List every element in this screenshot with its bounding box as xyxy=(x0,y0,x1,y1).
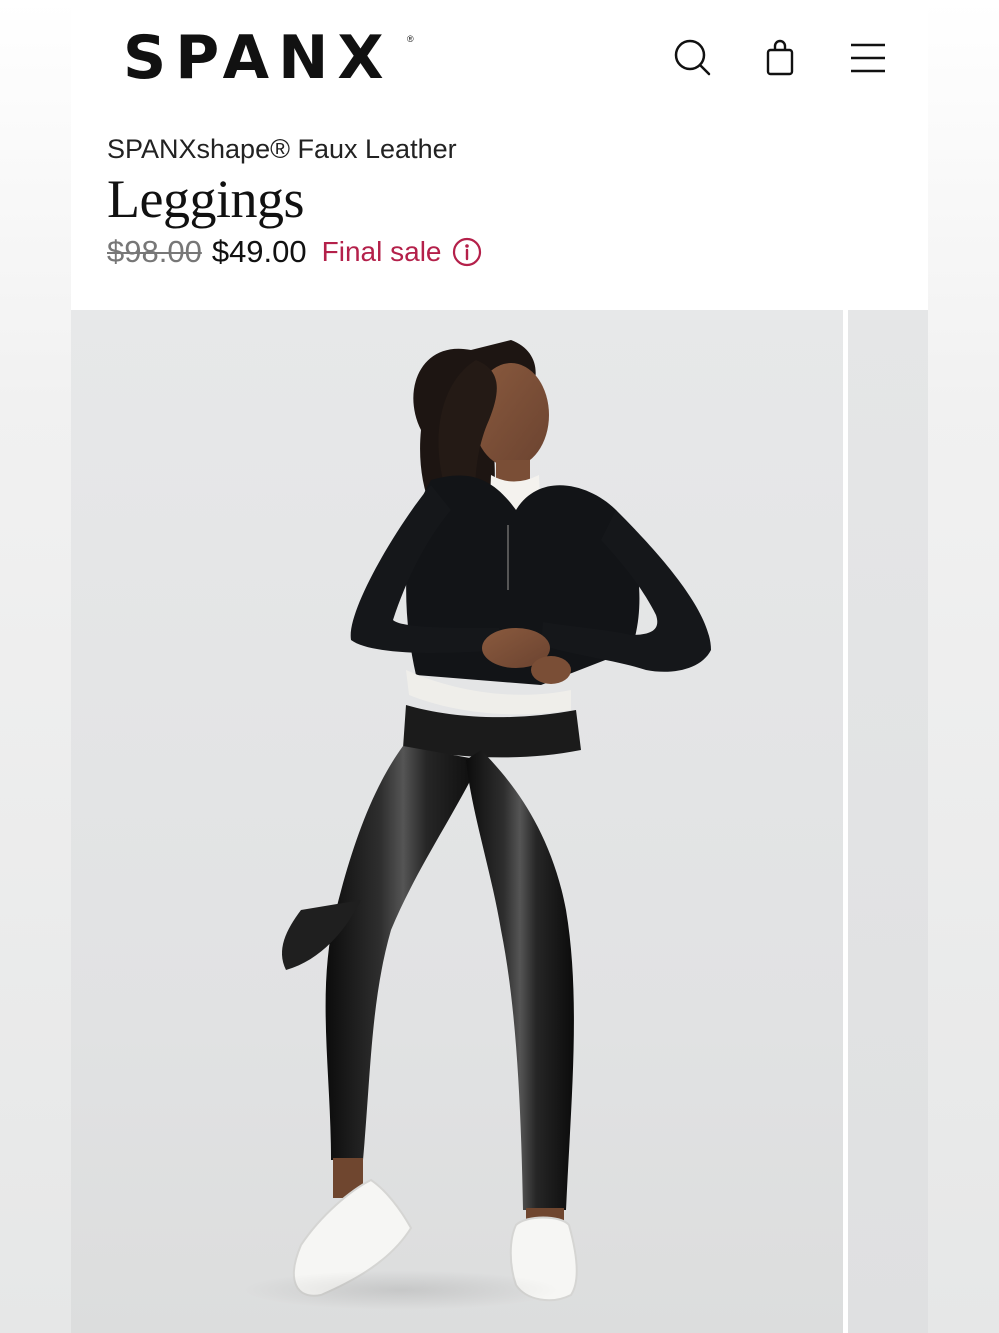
sale-price: $49.00 xyxy=(211,234,307,269)
original-price: $98.00 xyxy=(107,234,202,269)
site-header: SPANX ® xyxy=(71,0,928,120)
product-title: Leggings xyxy=(107,169,304,229)
product-page: SPANX ® SPANXshape® Faux Leather Legging… xyxy=(71,0,928,1333)
product-subtitle: SPANXshape® Faux Leather xyxy=(107,134,457,164)
shopping-bag-icon xyxy=(766,39,794,76)
floor-shadow xyxy=(241,1270,561,1310)
cart-button[interactable] xyxy=(759,36,803,80)
info-icon xyxy=(452,237,481,267)
product-photo-model-leggings[interactable] xyxy=(71,310,843,1333)
search-icon xyxy=(674,39,711,76)
menu-button[interactable] xyxy=(847,36,891,80)
price-row: $98.00 $49.00 Final sale xyxy=(107,232,482,272)
product-photo-next[interactable] xyxy=(848,310,928,1333)
final-sale-info-button[interactable] xyxy=(452,237,482,267)
final-sale-label: Final sale xyxy=(321,236,442,267)
menu-icon xyxy=(851,43,885,73)
spanx-logo[interactable]: SPANX xyxy=(123,26,393,90)
product-image-gallery[interactable] xyxy=(71,310,928,1333)
search-button[interactable] xyxy=(671,36,715,80)
logo-registered-mark: ® xyxy=(407,34,414,44)
model-illustration xyxy=(281,340,711,1302)
